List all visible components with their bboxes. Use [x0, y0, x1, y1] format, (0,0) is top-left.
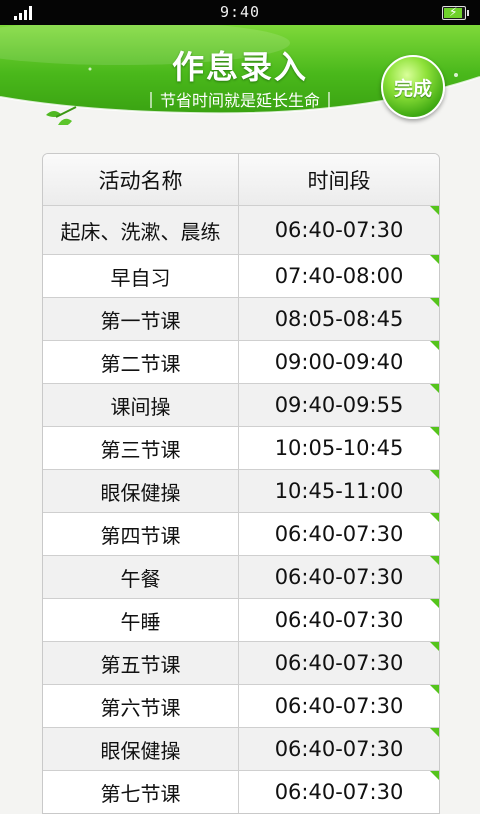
- edit-corner-marker-icon: [430, 728, 439, 737]
- activity-cell[interactable]: 午睡: [43, 599, 239, 641]
- table-row[interactable]: 早自习 07:40-08:00: [43, 254, 439, 297]
- subtitle-text: 节省时间就是延长生命: [159, 91, 320, 110]
- period-cell[interactable]: 06:40-07:30: [239, 771, 439, 813]
- edit-corner-marker-icon: [430, 642, 439, 651]
- schedule-table: 活动名称 时间段 起床、洗漱、晨练 06:40-07:30 早自习 07:40-08:…: [42, 153, 440, 814]
- edit-corner-marker-icon: [430, 685, 439, 694]
- table-row[interactable]: 眼保健操 06:40-07:30: [43, 727, 439, 770]
- period-cell[interactable]: 06:40-07:30: [239, 728, 439, 770]
- period-cell[interactable]: 10:05-10:45: [239, 427, 439, 469]
- column-header-activity: 活动名称: [43, 154, 239, 205]
- activity-cell[interactable]: 眼保健操: [43, 728, 239, 770]
- edit-corner-marker-icon: [430, 298, 439, 307]
- table-row[interactable]: 课间操 09:40-09:55: [43, 383, 439, 426]
- edit-corner-marker-icon: [430, 513, 439, 522]
- period-cell[interactable]: 06:40-07:30: [239, 642, 439, 684]
- edit-corner-marker-icon: [430, 206, 439, 215]
- activity-cell[interactable]: 早自习: [43, 255, 239, 297]
- table-row[interactable]: 起床、洗漱、晨练 06:40-07:30: [43, 205, 439, 254]
- activity-cell[interactable]: 课间操: [43, 384, 239, 426]
- period-cell[interactable]: 06:40-07:30: [239, 206, 439, 254]
- activity-cell[interactable]: 第二节课: [43, 341, 239, 383]
- table-row[interactable]: 第六节课 06:40-07:30: [43, 684, 439, 727]
- table-row[interactable]: 眼保健操 10:45-11:00: [43, 469, 439, 512]
- period-cell[interactable]: 08:05-08:45: [239, 298, 439, 340]
- period-cell[interactable]: 10:45-11:00: [239, 470, 439, 512]
- activity-cell[interactable]: 第一节课: [43, 298, 239, 340]
- table-row[interactable]: 第一节课 08:05-08:45: [43, 297, 439, 340]
- activity-cell[interactable]: 第七节课: [43, 771, 239, 813]
- edit-corner-marker-icon: [430, 470, 439, 479]
- table-row[interactable]: 第二节课 09:00-09:40: [43, 340, 439, 383]
- table-row[interactable]: 午餐 06:40-07:30: [43, 555, 439, 598]
- activity-cell[interactable]: 第五节课: [43, 642, 239, 684]
- edit-corner-marker-icon: [430, 427, 439, 436]
- period-cell[interactable]: 06:40-07:30: [239, 599, 439, 641]
- battery-charging-icon: ⚡: [442, 5, 469, 20]
- activity-cell[interactable]: 第三节课: [43, 427, 239, 469]
- table-row[interactable]: 午睡 06:40-07:30: [43, 598, 439, 641]
- done-button[interactable]: 完成: [381, 55, 445, 119]
- edit-corner-marker-icon: [430, 599, 439, 608]
- period-cell[interactable]: 06:40-07:30: [239, 556, 439, 598]
- edit-corner-marker-icon: [430, 341, 439, 350]
- activity-cell[interactable]: 第六节课: [43, 685, 239, 727]
- table-row[interactable]: 第七节课 06:40-07:30: [43, 770, 439, 813]
- header: 作息录入 节省时间就是延长生命 完成: [0, 25, 480, 125]
- status-bar: 9:40 ⚡: [0, 0, 480, 25]
- activity-cell[interactable]: 眼保健操: [43, 470, 239, 512]
- column-header-period: 时间段: [307, 168, 371, 193]
- table-row[interactable]: 第五节课 06:40-07:30: [43, 641, 439, 684]
- table-row[interactable]: 第四节课 06:40-07:30: [43, 512, 439, 555]
- period-cell[interactable]: 07:40-08:00: [239, 255, 439, 297]
- table-row[interactable]: 第三节课 10:05-10:45: [43, 426, 439, 469]
- edit-corner-marker-icon: [430, 255, 439, 264]
- period-cell[interactable]: 09:00-09:40: [239, 341, 439, 383]
- activity-cell[interactable]: 第四节课: [43, 513, 239, 555]
- leaf-icon: [46, 106, 77, 125]
- status-time: 9:40: [219, 3, 261, 21]
- edit-corner-marker-icon: [430, 556, 439, 565]
- edit-corner-marker-icon: [430, 384, 439, 393]
- table-header-row: 活动名称 时间段: [43, 154, 439, 205]
- period-cell[interactable]: 06:40-07:30: [239, 685, 439, 727]
- edit-corner-marker-icon: [430, 771, 439, 780]
- activity-cell[interactable]: 起床、洗漱、晨练: [43, 206, 239, 254]
- period-cell[interactable]: 06:40-07:30: [239, 513, 439, 555]
- period-cell[interactable]: 09:40-09:55: [239, 384, 439, 426]
- activity-cell[interactable]: 午餐: [43, 556, 239, 598]
